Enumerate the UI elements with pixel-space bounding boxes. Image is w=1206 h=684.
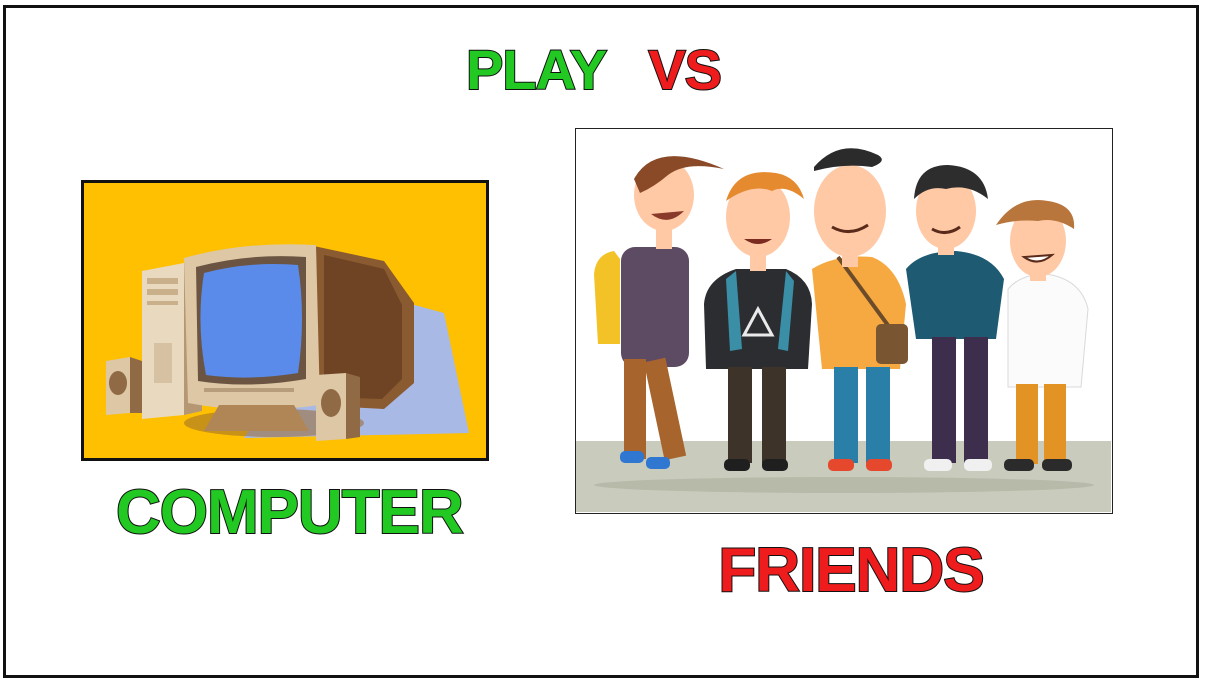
friends-image: [575, 128, 1113, 514]
title-play: PLAY: [465, 37, 607, 102]
friends-label: FRIENDS: [717, 535, 985, 606]
slide-title: PLAY VS: [465, 36, 726, 104]
title-vs: VS: [647, 37, 723, 102]
computer-label: COMPUTER: [115, 477, 465, 548]
computer-image: [81, 180, 489, 461]
